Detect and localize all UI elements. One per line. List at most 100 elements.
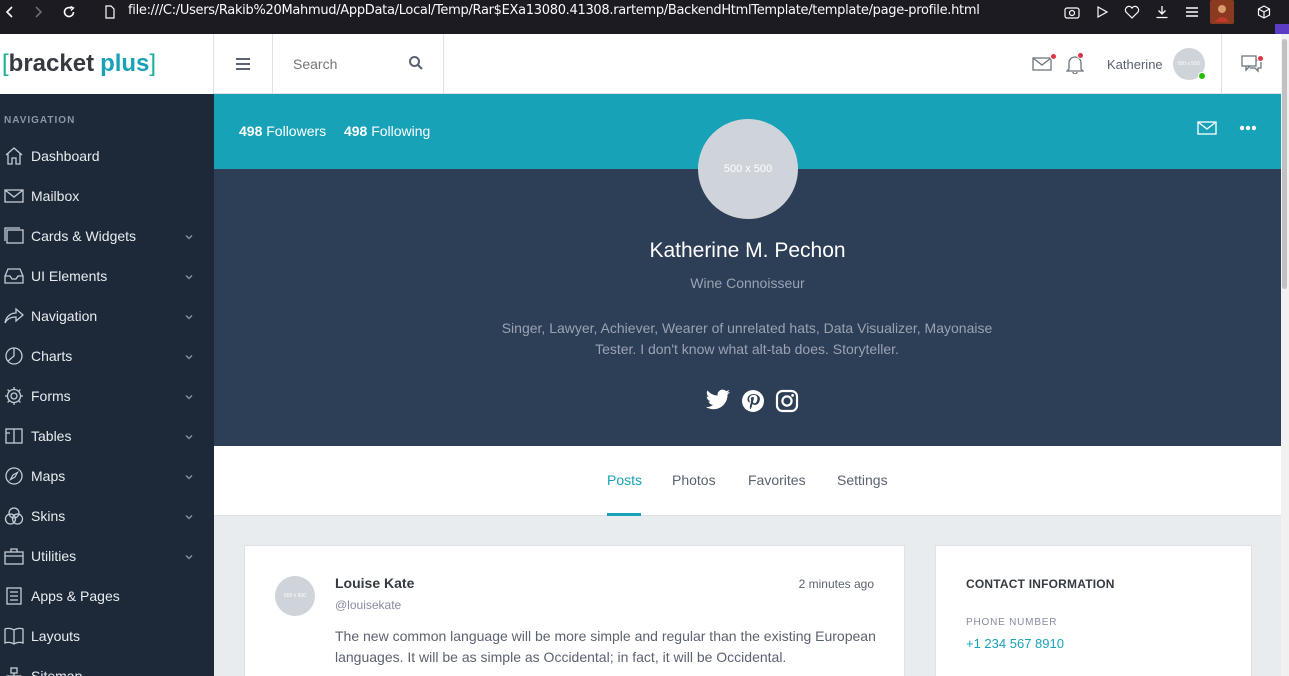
header-divider <box>1221 34 1222 94</box>
chevron-down-icon <box>184 389 194 405</box>
contact-heading: CONTACT INFORMATION <box>966 577 1115 591</box>
gear-icon <box>3 385 25 407</box>
tab-photos[interactable]: Photos <box>672 472 716 488</box>
forward-icon[interactable] <box>28 2 48 22</box>
profile-name: Katherine M. Pechon <box>649 239 846 262</box>
heart-icon[interactable] <box>1122 2 1142 22</box>
toolbar-divider <box>0 24 1289 34</box>
sidebar-item-apps-pages[interactable]: Apps & Pages <box>0 576 214 616</box>
table-icon <box>3 425 25 447</box>
post-author[interactable]: Louise Kate <box>335 575 414 591</box>
address-bar[interactable]: file:///C:/Users/Rakib%20Mahmud/AppData/… <box>128 3 980 18</box>
sidebar-item-label: Charts <box>31 348 73 364</box>
sitemap-icon <box>3 665 25 676</box>
chevron-down-icon <box>184 309 194 325</box>
inbox-icon <box>3 265 25 287</box>
sidebar-item-cards-widgets[interactable]: Cards & Widgets <box>0 216 214 256</box>
tab-posts[interactable]: Posts <box>607 472 642 488</box>
page-info-icon[interactable] <box>100 2 120 22</box>
search-icon[interactable] <box>408 55 424 71</box>
chevron-down-icon <box>184 549 194 565</box>
follow-stats: 498 Followers 498 Following <box>239 123 430 139</box>
sidebar-item-mailbox[interactable]: Mailbox <box>0 176 214 216</box>
post-handle: @louisekate <box>335 598 402 612</box>
sidebar-item-tables[interactable]: Tables <box>0 416 214 456</box>
instagram-icon[interactable] <box>775 389 799 413</box>
top-header: Katherine 500 x 500 <box>214 34 1289 94</box>
sidebar-item-navigation[interactable]: Navigation <box>0 296 214 336</box>
post-avatar[interactable]: 500 x 500 <box>275 576 315 616</box>
sidebar-item-layouts[interactable]: Layouts <box>0 616 214 656</box>
chat-badge <box>1257 55 1264 62</box>
chevron-down-icon <box>184 509 194 525</box>
pie-icon <box>3 345 25 367</box>
download-icon[interactable] <box>1152 2 1172 22</box>
logo[interactable]: [ bracket plus ] <box>0 34 214 94</box>
briefcase-icon <box>3 545 25 567</box>
scrollbar-thumb[interactable] <box>1282 39 1287 289</box>
messages-button[interactable] <box>1032 34 1057 94</box>
phone-value[interactable]: +1 234 567 8910 <box>966 636 1064 651</box>
pinterest-icon[interactable] <box>741 389 765 413</box>
menu-icon[interactable] <box>1182 2 1202 22</box>
post-text: The new common language will be more sim… <box>335 628 876 665</box>
more-options-icon[interactable] <box>1239 125 1257 131</box>
profile-avatar-icon[interactable] <box>1210 0 1234 24</box>
back-icon[interactable] <box>0 2 20 22</box>
contact-card: CONTACT INFORMATION PHONE NUMBER +1 234 … <box>935 545 1252 676</box>
envelope-icon <box>1032 57 1052 71</box>
notifications-badge <box>1077 52 1084 59</box>
sidebar-item-label: Utilities <box>31 548 77 564</box>
chevron-down-icon <box>184 469 194 485</box>
list-icon <box>3 585 25 607</box>
share-icon <box>3 305 25 327</box>
sidebar-item-label: Apps & Pages <box>31 588 120 604</box>
user-menu[interactable]: Katherine 500 x 500 <box>1107 34 1206 94</box>
logo-word-bracket: bracket <box>8 50 95 77</box>
page-scrollbar[interactable] <box>1281 34 1289 676</box>
tab-favorites[interactable]: Favorites <box>748 472 806 488</box>
twitter-icon[interactable] <box>705 389 731 411</box>
sidebar-item-label: Mailbox <box>31 188 80 204</box>
tab-settings[interactable]: Settings <box>837 472 888 488</box>
profile-tabs: Posts Photos Favorites Settings <box>214 446 1281 516</box>
skins-icon <box>3 505 25 527</box>
message-icon[interactable] <box>1197 121 1217 135</box>
post-time: 2 minutes ago <box>798 577 874 591</box>
sidebar-item-skins[interactable]: Skins <box>0 496 214 536</box>
chat-button[interactable] <box>1241 34 1264 94</box>
reload-icon[interactable] <box>59 2 79 22</box>
search-box <box>273 34 444 94</box>
profile-content: 498 Followers 498 Following 500 x 500 Ka… <box>214 94 1281 676</box>
browser-toolbar: file:///C:/Users/Rakib%20Mahmud/AppData/… <box>0 0 1289 24</box>
sidebar-item-ui-elements[interactable]: UI Elements <box>0 256 214 296</box>
sidebar-item-sitemap[interactable]: Sitemap <box>0 656 214 676</box>
notifications-button[interactable] <box>1066 34 1084 94</box>
logo-word-plus: plus <box>100 50 150 77</box>
sidebar-item-charts[interactable]: Charts <box>0 336 214 376</box>
sidebar-item-label: Cards & Widgets <box>31 228 137 244</box>
logo-bracket-left: [ <box>2 50 9 77</box>
sidebar-item-dashboard[interactable]: Dashboard <box>0 136 214 176</box>
menu-toggle-button[interactable] <box>214 34 273 94</box>
chevron-down-icon <box>184 429 194 445</box>
sidebar-item-maps[interactable]: Maps <box>0 456 214 496</box>
play-icon[interactable] <box>1092 2 1112 22</box>
extensions-icon[interactable] <box>1254 2 1274 22</box>
following-label[interactable]: Following <box>371 123 430 139</box>
active-tab-indicator <box>607 513 641 516</box>
user-avatar-text: 500 x 500 <box>1177 61 1200 67</box>
online-indicator <box>1197 72 1206 80</box>
sidebar-item-forms[interactable]: Forms <box>0 376 214 416</box>
sidebar-item-label: UI Elements <box>31 268 108 284</box>
profile-avatar: 500 x 500 <box>698 119 798 219</box>
screenshot-icon[interactable] <box>1062 2 1082 22</box>
sidebar-item-label: Skins <box>31 508 66 524</box>
sidebar-item-label: Maps <box>31 468 66 484</box>
followers-count: 498 <box>239 123 263 139</box>
social-links <box>705 389 799 413</box>
search-input[interactable] <box>293 54 403 74</box>
nav-section-label: NAVIGATION <box>4 115 76 126</box>
sidebar-item-utilities[interactable]: Utilities <box>0 536 214 576</box>
followers-label[interactable]: Followers <box>266 123 326 139</box>
